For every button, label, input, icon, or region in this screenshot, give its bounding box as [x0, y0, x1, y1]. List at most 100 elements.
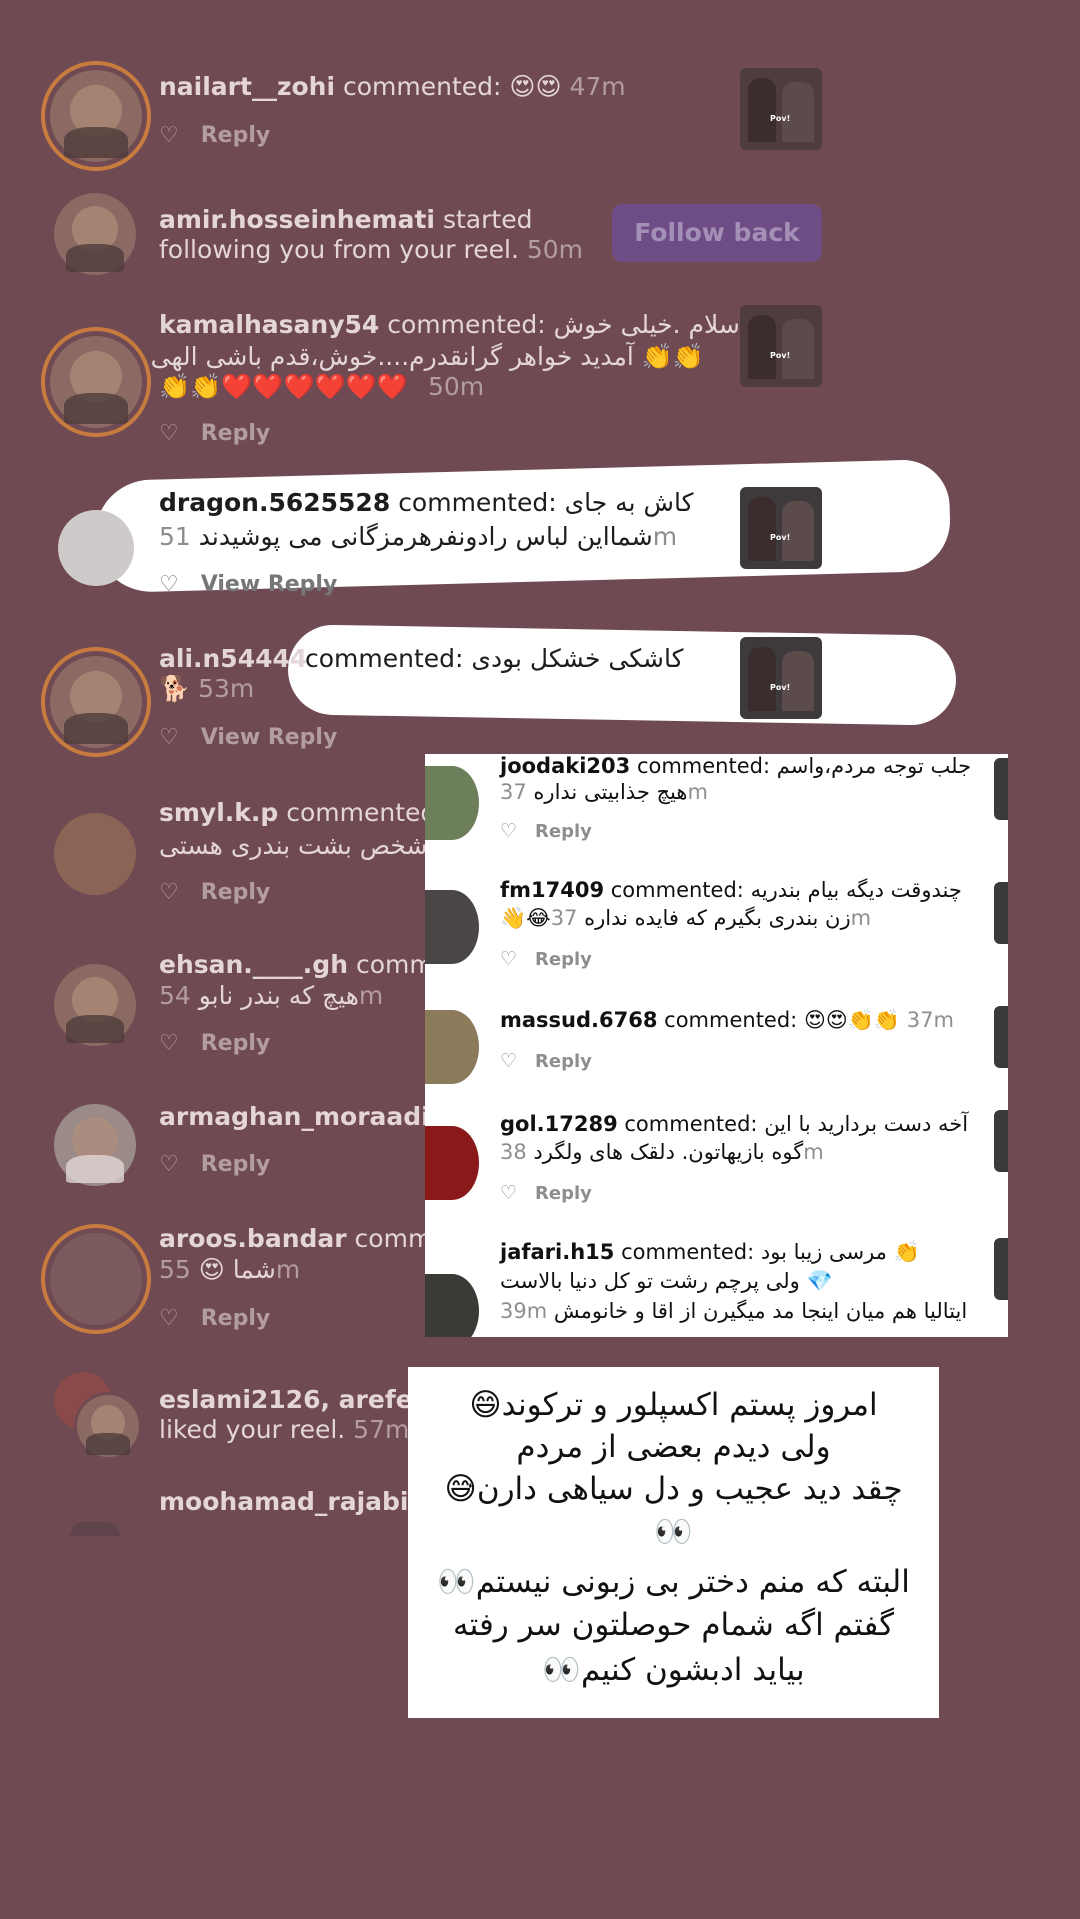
- post-thumbnail[interactable]: Pov!: [740, 637, 822, 719]
- notification-text: moohamad_rajabi c: [159, 1487, 430, 1516]
- avatar[interactable]: [425, 1126, 479, 1200]
- notification-text: eslami2126, arefeh_: [159, 1385, 443, 1414]
- avatar[interactable]: [50, 70, 142, 162]
- reply-button[interactable]: Reply: [201, 421, 271, 446]
- heart-icon[interactable]: ♡: [159, 1031, 179, 1056]
- reply-button[interactable]: Reply: [201, 1152, 271, 1177]
- heart-icon[interactable]: ♡: [500, 948, 517, 970]
- reply-button[interactable]: Reply: [201, 1031, 271, 1056]
- avatar[interactable]: [425, 766, 479, 840]
- avatar[interactable]: [54, 1104, 136, 1186]
- username[interactable]: gol.17289: [500, 1112, 618, 1136]
- username[interactable]: eslami2126, arefeh_: [159, 1385, 443, 1414]
- avatar[interactable]: [50, 1233, 142, 1325]
- reply-button[interactable]: Reply: [535, 1051, 592, 1072]
- reply-button[interactable]: Reply: [201, 1306, 271, 1331]
- post-thumbnail[interactable]: [994, 1006, 1008, 1068]
- comment-text: 👏👏 آمدید خواهر گرانقدرم....خوش،قدم باشی …: [150, 342, 704, 371]
- comment-line: هیچ جذابیتی نداره 37m: [500, 780, 708, 804]
- avatar[interactable]: [54, 964, 136, 1046]
- comments-screenshot: joodaki203 commented: جلب توجه مردم،واسم…: [425, 754, 1008, 1337]
- post-thumbnail[interactable]: Pov!: [740, 68, 822, 150]
- heart-icon[interactable]: ♡: [159, 1306, 179, 1331]
- username[interactable]: joodaki203: [500, 754, 630, 778]
- username[interactable]: ehsan.____.gh: [159, 950, 348, 979]
- avatar[interactable]: [58, 510, 134, 586]
- notification-text: dragon.5625528 commented: کاش به جای: [159, 488, 694, 517]
- avatar[interactable]: [50, 336, 142, 428]
- username[interactable]: aroos.bandar: [159, 1224, 347, 1253]
- caption-line: ولی دیدم بعضی از مردم: [516, 1429, 831, 1465]
- post-thumbnail[interactable]: [994, 1110, 1008, 1172]
- notification-text: aroos.bandar comme: [159, 1224, 448, 1253]
- username[interactable]: armaghan_moraadi: [159, 1102, 430, 1131]
- caption-line: امروز پستم اکسپلور و ترکوند😄: [469, 1387, 878, 1423]
- caption-line: گفتم اگه شمام حوصلتون سر رفته: [453, 1607, 894, 1643]
- heart-icon[interactable]: ♡: [500, 820, 517, 842]
- avatar[interactable]: [50, 656, 142, 748]
- timestamp: 47m: [569, 72, 626, 101]
- heart-icon[interactable]: ♡: [159, 1152, 179, 1177]
- comment-line: 👋😂زن بندری بگیرم که فایده نداره 37m: [500, 906, 872, 930]
- username[interactable]: nailart__zohi: [159, 72, 335, 101]
- comment-line: massud.6768 commented: 😍😍👏👏 37m: [500, 1008, 954, 1032]
- post-thumbnail[interactable]: [994, 758, 1008, 820]
- comment-text: هیچ که بندر نابو 54m: [159, 981, 384, 1010]
- comment-line: 39m ایتالیا هم میان اینجا مد میگیرن از ا…: [500, 1299, 968, 1323]
- post-thumbnail[interactable]: [994, 882, 1008, 944]
- post-thumbnail[interactable]: Pov!: [740, 487, 822, 569]
- comment-text: 👏👏❤️❤️❤️❤️❤️❤️ 50m: [159, 372, 485, 401]
- username[interactable]: ali.n54444: [159, 644, 307, 673]
- notification-text: commented: کاشکی خشکل بودی: [305, 644, 684, 673]
- reply-button[interactable]: Reply: [201, 880, 271, 905]
- username[interactable]: amir.hosseinhemati: [159, 205, 435, 234]
- avatar[interactable]: [425, 1010, 479, 1084]
- avatar[interactable]: [425, 1274, 479, 1337]
- reply-button[interactable]: Reply: [535, 821, 592, 842]
- username[interactable]: jafari.h15: [500, 1240, 614, 1264]
- reply-button[interactable]: Reply: [535, 1183, 592, 1204]
- avatar[interactable]: [425, 890, 479, 964]
- username[interactable]: dragon.5625528: [159, 488, 390, 517]
- heart-icon[interactable]: ♡: [159, 725, 179, 750]
- username[interactable]: fm17409: [500, 878, 604, 902]
- notification-text: smyl.k.p commented:: [159, 798, 445, 827]
- heart-icon[interactable]: ♡: [159, 123, 179, 148]
- comment-text: 🐕 53m: [159, 674, 255, 703]
- reply-row: ♡ Reply: [159, 421, 270, 446]
- caption-line: چقد دید عجیب و دل سیاهی دارن😅: [444, 1471, 903, 1507]
- avatar: [70, 1522, 120, 1536]
- caption-line: البته که منم دختر بی زبونی نیستم👀: [437, 1564, 910, 1600]
- scribble-highlight: [287, 624, 957, 726]
- avatar[interactable]: [54, 813, 136, 895]
- notification-text: armaghan_moraadi c: [159, 1102, 451, 1131]
- comment-text: شخص بشت بندری هستی: [159, 831, 428, 860]
- post-thumbnail[interactable]: [994, 1238, 1008, 1300]
- reply-row: ♡ Reply: [159, 1152, 270, 1177]
- heart-icon[interactable]: ♡: [159, 880, 179, 905]
- follow-back-button[interactable]: Follow back: [612, 204, 822, 262]
- username[interactable]: massud.6768: [500, 1008, 657, 1032]
- notification-text-line2: liked your reel. 57m: [159, 1415, 410, 1444]
- reply-button[interactable]: Reply: [201, 123, 271, 148]
- reply-row: ♡ Reply: [500, 948, 592, 970]
- post-thumbnail[interactable]: Pov!: [740, 305, 822, 387]
- heart-icon[interactable]: ♡: [159, 572, 179, 597]
- avatar[interactable]: [74, 1392, 142, 1460]
- reply-row: ♡ Reply: [500, 820, 592, 842]
- reply-row: ♡ View Reply: [159, 725, 337, 750]
- comment-line: jafari.h15 commented: مرسی زیبا بود 👏: [500, 1240, 920, 1264]
- reply-button[interactable]: Reply: [535, 949, 592, 970]
- reply-row: ♡ Reply: [159, 1306, 270, 1331]
- view-reply-button[interactable]: View Reply: [201, 572, 338, 597]
- avatar[interactable]: [54, 193, 136, 275]
- notification-text: amir.hosseinhemati started: [159, 205, 533, 234]
- username[interactable]: smyl.k.p: [159, 798, 278, 827]
- username[interactable]: kamalhasany54: [159, 310, 379, 339]
- heart-icon[interactable]: ♡: [159, 421, 179, 446]
- username[interactable]: moohamad_rajabi: [159, 1487, 409, 1516]
- heart-icon[interactable]: ♡: [500, 1050, 517, 1072]
- view-reply-button[interactable]: View Reply: [201, 725, 338, 750]
- notification-text-line2: following you from your reel. 50m: [159, 235, 584, 264]
- heart-icon[interactable]: ♡: [500, 1182, 517, 1204]
